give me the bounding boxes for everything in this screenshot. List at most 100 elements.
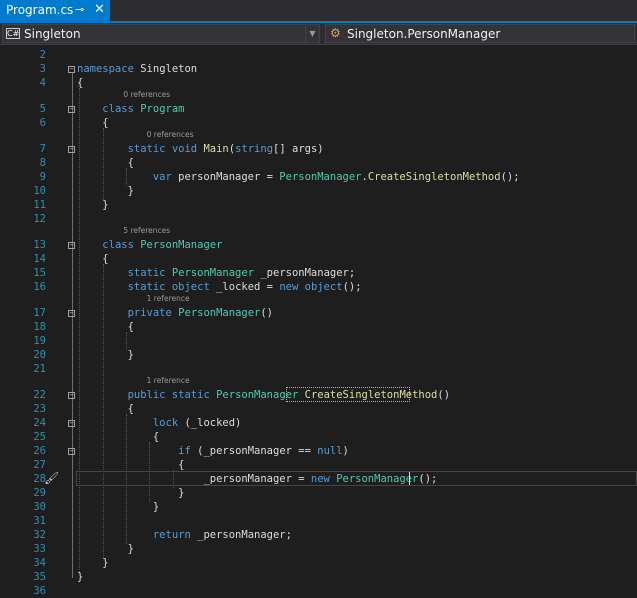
type-token: PersonManager [279,171,362,183]
codelens-references[interactable]: 1 reference [147,294,190,304]
plain-token: } [77,487,185,499]
csharp-project-icon: C# [6,28,20,39]
keyword-token: null [317,445,343,457]
code-line: { [77,76,83,90]
plain-token: (); [342,281,362,293]
code-line: return _personManager; [77,528,292,542]
plain-token: _personManager; [254,267,356,279]
line-number: 32 [33,529,46,541]
keyword-token: class [102,239,134,251]
plain-token: { [77,431,160,443]
line-number: 5 [39,103,46,115]
close-icon[interactable]: ✕ [94,2,105,17]
line-number: 13 [33,239,46,251]
line-number: 21 [33,363,46,375]
line-number: 9 [39,171,46,183]
codelens-references[interactable]: 0 references [147,130,194,140]
keyword-token: object [171,281,210,293]
line-number: 33 [33,543,46,555]
code-line: } [77,486,184,500]
keyword-token: return [152,529,191,541]
plain-token: [] args) [273,143,324,155]
codelens-references[interactable]: 0 references [123,90,170,100]
collapse-icon[interactable]: − [68,242,75,249]
plain-token: } [77,501,160,513]
plain-token: } [77,185,134,197]
plain-token: { [77,403,134,415]
code-line: { [77,320,134,334]
line-number: 10 [33,185,46,197]
line-number: 3 [39,63,46,75]
keyword-token: public [127,389,166,401]
code-line: { [77,156,134,170]
code-line: { [77,116,109,130]
reference-highlight [285,387,411,402]
codelens-references[interactable]: 1 reference [147,376,190,386]
type-token: PersonManager [178,307,261,319]
plain-token: { [77,117,109,129]
plain-token: _personManager; [190,529,292,541]
code-line: } [77,500,159,514]
collapse-icon[interactable]: − [68,392,75,399]
keyword-token: static [171,389,210,401]
plain-token: } [77,349,134,361]
line-number: 34 [33,557,46,569]
collapse-icon[interactable]: − [68,310,75,317]
line-number: 31 [33,515,46,527]
code-line: } [77,348,134,362]
code-line: static object _locked = new object(); [77,280,362,294]
line-number: 17 [33,307,46,319]
plain-token: Singleton [133,63,198,75]
code-line: } [77,184,134,198]
member-dropdown[interactable]: ⚙ Singleton.PersonManager [325,24,635,43]
collapse-icon[interactable]: − [68,66,75,73]
code-editor[interactable]: 2 3 4 5 6 7 8 9 10 11 12 13 14 15 16 17 18 19 20 21 22 23 24 25… [0,45,637,597]
plain-token: (_locked) [178,417,242,429]
chevron-down-icon[interactable]: ▼ [305,25,319,42]
plain-token: () [437,389,451,401]
collapse-icon[interactable]: − [68,448,75,455]
line-number: 11 [33,199,46,211]
code-line: private PersonManager() [77,306,273,320]
plain-token: _locked = [209,281,280,293]
collapse-icon[interactable]: − [68,420,75,427]
keyword-token: void [171,143,198,155]
keyword-token: static [127,267,166,279]
collapse-icon[interactable]: − [68,146,75,153]
plain-token: ) [342,445,349,457]
keyword-token: static [127,281,166,293]
code-line: static PersonManager _personManager; [77,266,356,280]
code-line: if (_personManager == null) [77,444,349,458]
pin-icon[interactable]: ⊸ [75,3,84,16]
project-dropdown[interactable]: C# Singleton ▼ [2,24,320,43]
plain-token: (_personManager == [190,445,318,457]
line-number: 35 [33,571,46,583]
member-dropdown-label: Singleton.PersonManager [347,27,501,41]
line-number: 12 [33,213,46,225]
line-number: 36 [33,585,46,597]
line-number: 27 [33,459,46,471]
codelens-references[interactable]: 5 references [123,226,170,236]
collapse-icon[interactable]: − [68,106,75,113]
code-line: { [77,430,159,444]
code-line: { [77,402,134,416]
keyword-token: namespace [77,63,134,75]
line-number: 28 [33,473,46,485]
line-number: 16 [33,281,46,293]
code-line: namespace Singleton [77,62,197,76]
keyword-token: var [152,171,172,183]
line-number: 26 [33,445,46,457]
code-line: } [77,556,108,570]
tab-program-cs[interactable]: Program.cs ⊸ ✕ [0,0,110,21]
line-number: 4 [39,77,46,89]
keyword-token: lock [152,417,179,429]
plain-token: { [77,321,134,333]
quick-actions-brush-icon[interactable]: 🖌 [44,471,59,485]
code-line: class PersonManager [77,238,222,252]
